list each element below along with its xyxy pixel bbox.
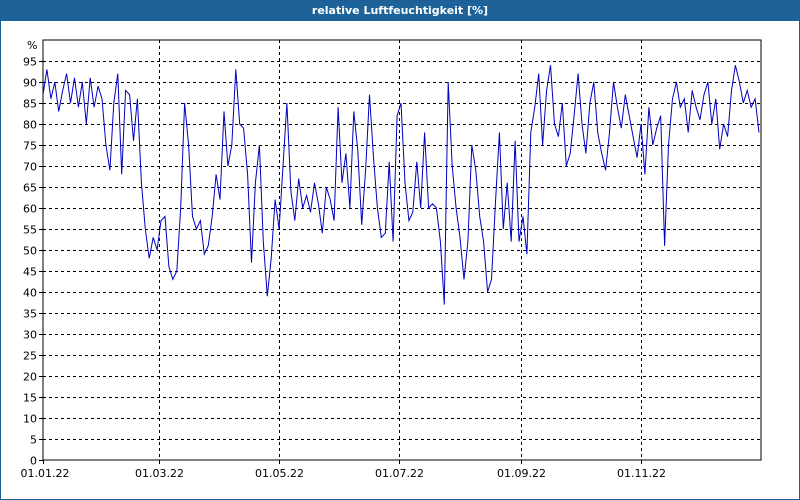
y-axis-label: %	[27, 39, 37, 52]
y-tick-label: 15	[23, 392, 37, 405]
x-tick-label: 01.05.22	[255, 467, 304, 480]
y-tick-label: 90	[23, 77, 37, 90]
y-tick-label: 80	[23, 119, 37, 132]
y-tick-label: 35	[23, 308, 37, 321]
y-tick-label: 5	[30, 434, 37, 447]
y-tick-label: 75	[23, 140, 37, 153]
y-tick-label: 30	[23, 329, 37, 342]
y-tick-label: 65	[23, 182, 37, 195]
y-tick-label: 10	[23, 413, 37, 426]
x-tick-label: 01.11.22	[617, 467, 666, 480]
y-tick-label: 60	[23, 203, 37, 216]
y-tick-label: 95	[23, 56, 37, 69]
y-tick-label: 40	[23, 287, 37, 300]
y-tick-label: 20	[23, 371, 37, 384]
y-tick-label: 45	[23, 266, 37, 279]
y-tick-label: 55	[23, 224, 37, 237]
x-tick-label: 01.01.22	[21, 467, 70, 480]
x-tick-label: 01.03.22	[135, 467, 184, 480]
y-tick-label: 0	[30, 455, 37, 468]
x-tick-label: 01.09.22	[497, 467, 546, 480]
chart-plot: 0 5 10 15 20 25 30 35 40 45 50 55 60 65 70 75 80 85 90 95 01…	[21, 39, 762, 480]
x-tick-label: 01.07.22	[375, 467, 424, 480]
y-tick-label: 70	[23, 161, 37, 174]
y-tick-label: 85	[23, 98, 37, 111]
chart-window: relative Luftfeuchtigkeit [%] 0 5 10 15 20 25…	[0, 0, 800, 500]
y-tick-label: 25	[23, 350, 37, 363]
y-tick-label: 50	[23, 245, 37, 258]
